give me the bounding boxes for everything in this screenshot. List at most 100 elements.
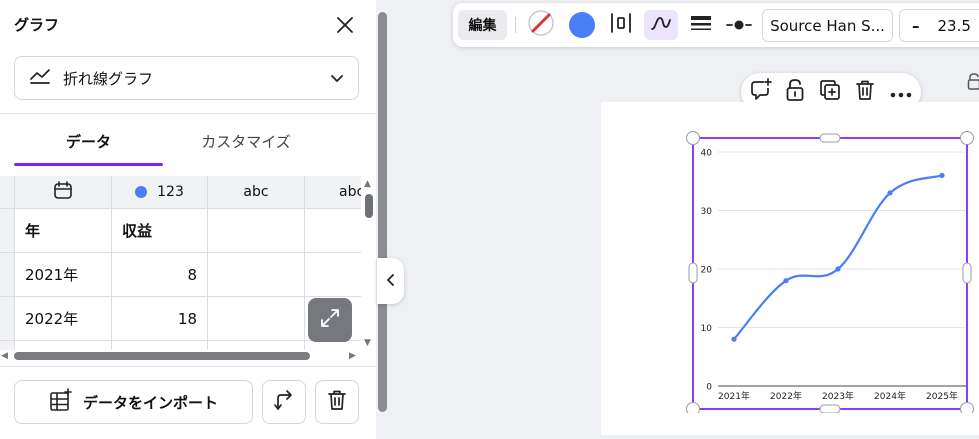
editor-toolbar: 編集 Source Han S... – 23.5 <box>453 3 979 47</box>
series-color-dot <box>135 186 148 198</box>
edge-resize-handle[interactable] <box>819 404 841 413</box>
data-point <box>731 336 737 342</box>
expand-icon <box>319 307 341 333</box>
toolbar-separator <box>515 17 516 33</box>
chart-type-select[interactable]: 折れ線グラフ <box>14 56 359 100</box>
series-color-button[interactable] <box>567 10 597 40</box>
scroll-left-arrow[interactable]: ◀ <box>1 351 8 361</box>
scroll-right-arrow[interactable]: ▶ <box>349 351 356 361</box>
grid-cell-value[interactable]: 18 <box>112 297 208 341</box>
grid-cell-year[interactable]: 2022年 <box>15 297 112 341</box>
line-weight-button[interactable] <box>686 10 716 40</box>
edge-resize-handle[interactable] <box>688 262 698 284</box>
divider <box>0 113 376 114</box>
edge-resize-handle[interactable] <box>962 262 972 284</box>
import-data-button[interactable]: データをインポート <box>14 380 253 424</box>
edge-resize-handle[interactable] <box>819 133 841 143</box>
row-header-cell <box>0 209 15 253</box>
swap-axes-button[interactable] <box>262 380 306 424</box>
delete-chart-button[interactable] <box>315 380 359 424</box>
line-marker-icon <box>726 16 752 35</box>
y-tick-label: 10 <box>701 324 713 334</box>
grid-cell-year[interactable]: 2021年 <box>15 253 112 297</box>
corner-resize-handle[interactable] <box>960 131 974 145</box>
spacing-icon <box>609 11 633 39</box>
y-axis-ticks: 0 10 20 30 40 <box>701 149 713 393</box>
grid-cell-year-header[interactable]: 年 <box>15 209 112 253</box>
calendar-icon <box>53 180 73 204</box>
data-point <box>835 266 841 272</box>
grid-cell[interactable] <box>305 253 361 297</box>
x-tick-label: 2022年 <box>770 390 802 402</box>
delete-element-button[interactable] <box>853 80 877 104</box>
close-icon[interactable] <box>334 14 356 36</box>
line-chart-icon <box>29 67 51 89</box>
spacing-button[interactable] <box>606 10 636 40</box>
page-lock-icon[interactable] <box>967 72 979 90</box>
duplicate-button[interactable] <box>818 80 842 104</box>
tab-customize[interactable]: カスタマイズ <box>170 131 322 152</box>
more-icon <box>890 83 912 102</box>
color-swatch <box>569 12 595 38</box>
column-type-date[interactable] <box>15 176 112 209</box>
grid-cell[interactable] <box>15 341 112 350</box>
column-type-number[interactable]: 123 <box>112 176 208 209</box>
grid-cell-value[interactable]: 8 <box>112 253 208 297</box>
grid-cell[interactable] <box>208 341 305 350</box>
scroll-down-arrow[interactable]: ▼ <box>364 338 371 348</box>
y-tick-label: 0 <box>706 383 712 393</box>
row-header-cell <box>0 176 15 209</box>
font-size-control[interactable]: – 23.5 <box>899 9 979 42</box>
y-tick-label: 40 <box>701 149 713 159</box>
row-header-cell <box>0 253 15 297</box>
more-options-button[interactable] <box>889 80 913 104</box>
line-chart[interactable]: 0 10 20 30 40 2021年 2022年 2023年 2024年 2025年 <box>680 128 979 413</box>
scroll-up-arrow[interactable]: ▲ <box>364 179 371 189</box>
panel-scrollbar[interactable] <box>378 12 387 412</box>
swap-axes-icon <box>273 389 295 415</box>
y-tick-label: 20 <box>701 266 713 276</box>
grid-cell[interactable] <box>208 253 305 297</box>
x-tick-label: 2021年 <box>718 390 750 402</box>
grid-cell[interactable] <box>208 297 305 341</box>
grid-horizontal-scroll-thumb[interactable] <box>14 352 310 360</box>
column-type-text[interactable]: abc <box>208 176 305 209</box>
decrease-font-size-button[interactable]: – <box>912 17 920 35</box>
x-tick-label: 2023年 <box>822 390 854 402</box>
marker-style-button[interactable] <box>724 10 754 40</box>
edit-button[interactable]: 編集 <box>458 10 507 40</box>
column-type-label: 123 <box>157 184 184 200</box>
import-data-label: データをインポート <box>82 393 218 412</box>
column-type-text[interactable]: abc <box>305 176 361 209</box>
selection-handles[interactable] <box>686 131 974 414</box>
smooth-curve-icon <box>649 12 673 38</box>
panel-title: グラフ <box>14 16 60 34</box>
smooth-line-button[interactable] <box>644 10 678 40</box>
data-point <box>783 278 789 284</box>
data-point <box>887 190 893 196</box>
grid-cell-revenue-header[interactable]: 収益 <box>112 209 208 253</box>
grid-cell[interactable] <box>112 341 208 350</box>
corner-resize-handle[interactable] <box>686 402 700 414</box>
x-tick-label: 2025年 <box>926 390 958 402</box>
series-points <box>731 172 945 342</box>
row-header-cell <box>0 297 15 341</box>
corner-resize-handle[interactable] <box>960 402 974 414</box>
collapse-panel-button[interactable] <box>377 258 404 304</box>
tab-data[interactable]: データ <box>14 131 163 152</box>
font-family-select[interactable]: Source Han S... <box>762 9 893 42</box>
column-type-label: abc <box>339 184 361 200</box>
grid-vertical-scroll-thumb[interactable] <box>365 194 373 218</box>
expand-grid-button[interactable] <box>308 298 352 342</box>
corner-resize-handle[interactable] <box>686 131 700 145</box>
add-comment-button[interactable] <box>749 78 773 104</box>
active-tab-indicator <box>14 163 163 166</box>
lock-button[interactable] <box>783 79 807 104</box>
grid-cell[interactable] <box>208 209 305 253</box>
series-line <box>733 174 943 340</box>
grid-cell[interactable] <box>305 209 361 253</box>
x-tick-label: 2024年 <box>874 390 906 402</box>
font-size-value[interactable]: 23.5 <box>938 17 971 35</box>
chevron-left-icon <box>386 272 396 291</box>
no-fill-button[interactable] <box>526 10 556 40</box>
